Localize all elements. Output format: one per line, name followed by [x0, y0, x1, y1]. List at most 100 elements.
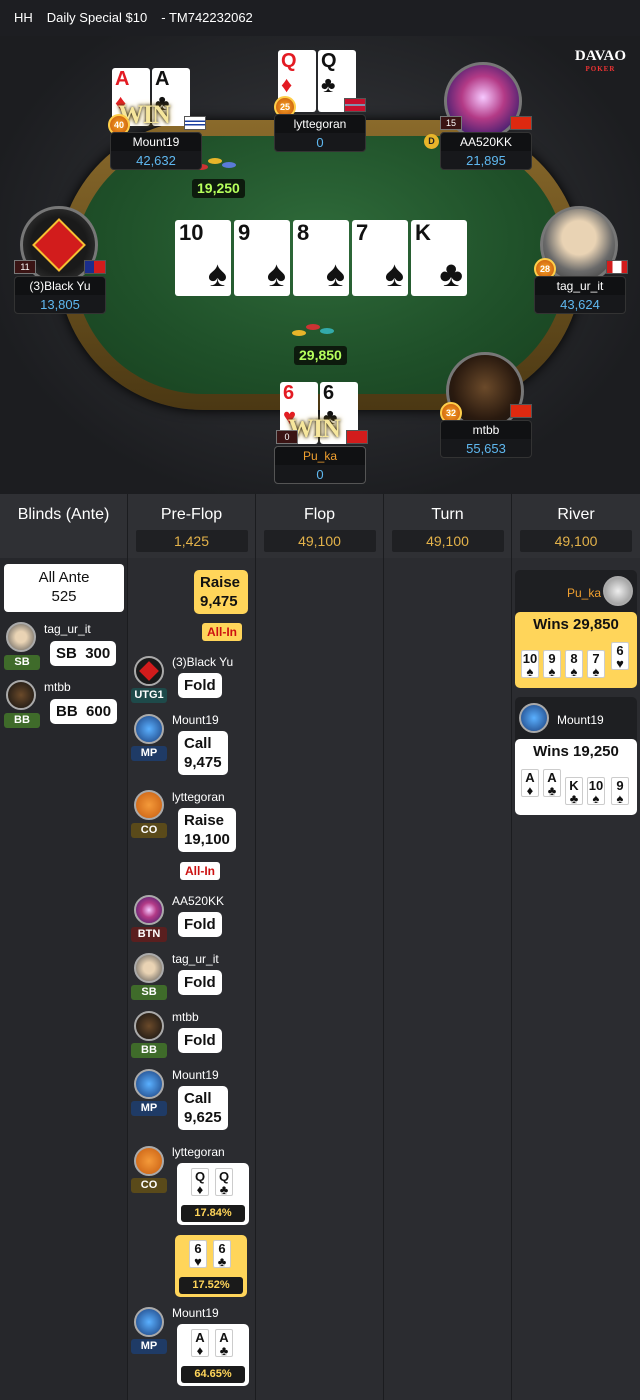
river-mount19-card-4: 10 ♠	[587, 777, 605, 806]
pf-mount19-name-2: Mount19	[172, 1068, 219, 1082]
pf-lyttegoran-pos-1: CO	[131, 823, 167, 838]
pf-mount19-avatar-2	[134, 1069, 164, 1099]
pf-mtbb-name: mtbb	[172, 1010, 199, 1024]
river-puka-wins: Wins 29,850	[533, 616, 619, 633]
seat-blackyu[interactable]: (3)Black Yu 13,805	[14, 276, 106, 314]
river-puka-card-4: 7 ♠	[587, 650, 605, 678]
seat-tagurit[interactable]: tag_ur_it 43,624	[534, 276, 626, 314]
aa520kk-level-badge: 15	[440, 116, 462, 130]
board-card-2: 9 ♠	[234, 220, 290, 296]
blackyu-flag-icon	[84, 260, 106, 274]
board-card-3: 8 ♠	[293, 220, 349, 296]
river-winner-puka: Pu_ka Wins 29,850 10 ♠ 9 ♠ 8 ♠ 7 ♠ 6 ♥	[515, 570, 637, 688]
col-turn	[384, 558, 512, 1400]
main-pot-amount: 29,850	[294, 346, 347, 365]
blind-bb-name: mtbb	[44, 680, 71, 694]
pf-tagurit-pos: SB	[131, 985, 167, 1000]
col-header-turn: Turn 49,100	[384, 494, 512, 558]
tagurit-flag-icon	[606, 260, 628, 274]
sd-mount19-hand: A ♦ A ♣ 64.65%	[177, 1324, 249, 1386]
sd-mount19-card-1: A ♦	[191, 1329, 209, 1357]
side-pot-amount: 19,250	[192, 179, 245, 198]
all-ante-box: All Ante 525	[4, 564, 124, 612]
sd-mount19-pos: MP	[131, 1339, 167, 1354]
pf-mtbb-pos: BB	[131, 1043, 167, 1058]
board-card-5: K ♣	[411, 220, 467, 296]
river-puka-avatar	[603, 576, 633, 606]
blind-sb-pos: SB	[4, 655, 40, 670]
river-puka-card-3: 8 ♠	[565, 650, 583, 678]
col-flop	[256, 558, 384, 1400]
pf-aa520kk-pos: BTN	[131, 927, 167, 942]
pf-mtbb-action: Fold	[178, 1028, 222, 1053]
sd-puka-hand: 6 ♥ 6 ♣ 17.52%	[175, 1235, 247, 1297]
sd-lyttegoran-card-2: Q ♣	[215, 1168, 233, 1196]
blind-bb-pos: BB	[4, 713, 40, 728]
pf-mount19-avatar-1	[134, 714, 164, 744]
seat-lyttegoran[interactable]: lyttegoran 0	[274, 114, 366, 152]
pf-mount19-action-1: Call 9,475	[178, 731, 228, 775]
sd-mount19-equity: 64.65%	[181, 1366, 245, 1383]
sd-lyttegoran-avatar	[134, 1146, 164, 1176]
river-puka-result: Wins 29,850 10 ♠ 9 ♠ 8 ♠ 7 ♠ 6 ♥	[515, 612, 637, 688]
pf-aa520kk-name: AA520KK	[172, 894, 225, 908]
sd-puka-card-1: 6 ♥	[189, 1240, 207, 1268]
preflop-open-allin-badge: All-In	[202, 623, 242, 641]
river-puka-card-5: 6 ♥	[611, 642, 629, 670]
sd-lyttegoran-card-1: Q ♦	[191, 1168, 209, 1196]
pf-blackyu-pos: UTG1	[131, 688, 167, 703]
sd-lyttegoran-equity: 17.84%	[181, 1205, 245, 1222]
river-mount19-card-5: 9 ♠	[611, 777, 629, 805]
river-mount19-wins: Wins 19,250	[533, 743, 619, 760]
blind-sb-action: SB 300	[50, 641, 117, 666]
pf-blackyu-avatar	[134, 656, 164, 686]
tournament-title: Daily Special $10	[46, 10, 148, 25]
seat-puka[interactable]: Pu_ka 0	[274, 446, 366, 484]
river-mount19-name: Mount19	[557, 713, 604, 727]
davao-logo: DAVAO POKER	[574, 48, 626, 73]
blind-sb-name: tag_ur_it	[44, 622, 91, 636]
sd-lyttegoran-hand: Q ♦ Q ♣ 17.84%	[177, 1163, 249, 1225]
preflop-open-raise: Raise 9,475	[194, 570, 248, 614]
sd-puka-card-2: 6 ♣	[213, 1240, 231, 1268]
pf-aa520kk-action: Fold	[178, 912, 222, 937]
main-pot-chips-icon	[292, 318, 336, 342]
pf-tagurit-action: Fold	[178, 970, 222, 995]
puka-flag-icon	[346, 430, 368, 444]
blind-bb-action: BB 600	[50, 699, 118, 724]
river-mount19-card-3: K ♣	[565, 777, 583, 805]
river-puka-name: Pu_ka	[567, 586, 602, 600]
board-card-4: 7 ♠	[352, 220, 408, 296]
seat-mount19[interactable]: Mount19 42,632	[110, 132, 202, 170]
puka-level-badge: 0	[276, 430, 298, 444]
river-mount19-avatar	[519, 703, 549, 733]
pf-mount19-pos-1: MP	[131, 746, 167, 761]
pf-lyttegoran-allin-badge: All-In	[180, 862, 220, 880]
sd-lyttegoran-name: lyttegoran	[172, 1145, 225, 1159]
pf-lyttegoran-action-1: Raise 19,100	[178, 808, 236, 852]
header-bar: HH Daily Special $10 - TM742232062	[0, 0, 640, 36]
pf-tagurit-avatar	[134, 953, 164, 983]
sd-lyttegoran-pos: CO	[131, 1178, 167, 1193]
river-puka-card-2: 9 ♠	[543, 650, 561, 678]
pf-lyttegoran-avatar-1	[134, 790, 164, 820]
seat-aa520kk[interactable]: AA520KK 21,895	[440, 132, 532, 170]
hh-label: HH	[14, 10, 33, 25]
blackyu-level-badge: 11	[14, 260, 36, 274]
sd-mount19-card-2: A ♣	[215, 1329, 233, 1357]
sd-mount19-avatar	[134, 1307, 164, 1337]
pf-blackyu-name: (3)Black Yu	[172, 655, 234, 669]
pf-aa520kk-avatar	[134, 895, 164, 925]
mount19-flag-icon	[184, 116, 206, 130]
pf-blackyu-action: Fold	[178, 673, 222, 698]
pf-mount19-pos-2: MP	[131, 1101, 167, 1116]
pf-mount19-name-1: Mount19	[172, 713, 219, 727]
sd-puka-equity: 17.52%	[179, 1277, 243, 1294]
seat-mtbb[interactable]: mtbb 55,653	[440, 420, 532, 458]
blind-bb-avatar	[6, 680, 36, 710]
col-header-preflop: Pre-Flop 1,425	[128, 494, 256, 558]
river-winner-mount19: Mount19 Wins 19,250 A ♦ A ♣ K ♣ 10 ♠ 9 ♠	[515, 697, 637, 815]
mtbb-flag-icon	[510, 404, 532, 418]
col-header-blinds: Blinds (Ante)	[0, 494, 128, 558]
col-header-flop: Flop 49,100	[256, 494, 384, 558]
